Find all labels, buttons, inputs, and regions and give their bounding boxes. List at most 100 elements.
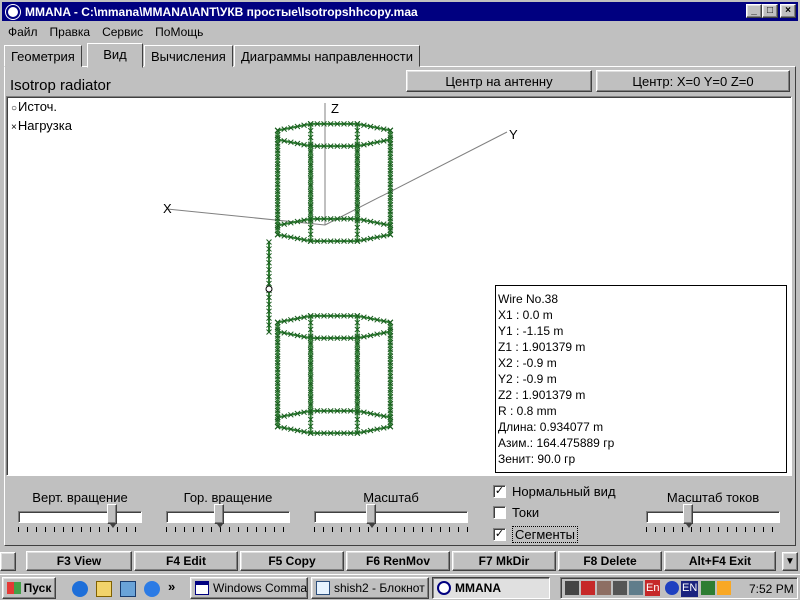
vert-rotation-thumb[interactable] [107,504,117,528]
y-axis-label: Y [509,127,518,142]
normal-view-label: Нормальный вид [512,484,616,499]
segments-label: Сегменты [512,526,579,543]
menu-help[interactable]: ПоМощь [149,25,209,39]
currents-check[interactable] [493,506,506,519]
feed-wire [265,239,273,335]
wire-y1: Y1 : -1.15 m [498,324,564,338]
keyboard-lang-indicator[interactable]: En [645,580,661,596]
tray-app-icon[interactable] [565,581,579,595]
wire-azimuth: Азим.: 164.475889 гр [498,436,615,450]
wire-structure [274,121,394,436]
app-icon[interactable] [6,4,20,19]
tray-network-icon[interactable] [613,581,627,595]
system-tray: En EN 7:52 PM [560,577,798,599]
vert-rotation-label: Верт. вращение [32,490,128,505]
function-key-bar: F3 View F4 Edit F5 Copy F6 RenMov F7 MkD… [0,551,800,573]
mmana-icon [437,581,451,595]
tray-clock-sync-icon[interactable] [665,581,679,595]
wire-x2: X2 : -0.9 m [498,356,557,370]
notepad-icon [316,581,330,595]
wire-info-panel: Wire No.38 X1 : 0.0 m Y1 : -1.15 m Z1 : … [495,285,787,473]
start-label: Пуск [23,581,52,595]
scale-slider[interactable] [314,504,468,532]
wire-zenith: Зенит: 90.0 гр [498,452,576,466]
current-scale-slider[interactable] [646,504,780,532]
outlook-express-icon[interactable] [96,581,112,597]
f5-copy-button[interactable]: F5 Copy [240,551,344,571]
menu-edit[interactable]: Правка [44,25,97,39]
tab-radiation-patterns[interactable]: Диаграммы направленности [234,45,420,67]
quicklaunch-chevron[interactable]: » [168,579,175,594]
start-button[interactable]: Пуск [2,577,56,599]
scroll-left-button[interactable] [0,552,16,571]
center-coordinates-button[interactable]: Центр: X=0 Y=0 Z=0 [596,70,790,92]
wire-radius: R : 0.8 mm [498,404,557,418]
antenna-name: Isotrop radiator [10,77,111,94]
wire-number: Wire No.38 [498,292,559,306]
task-mmana[interactable]: MMANA [432,577,550,599]
normal-view-check[interactable]: ✓ [493,485,506,498]
menu-service[interactable]: Сервис [96,25,149,39]
tray-printer-icon[interactable] [597,581,611,595]
source-point[interactable] [265,285,273,293]
task-label: Windows Comma... [213,581,308,595]
f3-view-button[interactable]: F3 View [26,551,132,571]
close-button[interactable]: × [780,4,796,18]
tab-geometry[interactable]: Геометрия [4,45,82,67]
axes [166,103,508,226]
window-title: MMANA - C:\mmana\MMANA\ANT\УКВ простые\I… [25,4,418,19]
menu-bar: Файл Правка Сервис ПоМощь [2,22,798,41]
task-windows-commander[interactable]: Windows Comma... [190,577,308,599]
vert-rotation-slider[interactable] [18,504,142,532]
x-axis-line [166,208,326,226]
window-icon [195,581,209,595]
center-on-antenna-button[interactable]: Центр на антенну [406,70,592,92]
wire-z2: Z2 : 1.901379 m [498,388,586,402]
task-notepad[interactable]: shish2 - Блокнот [311,577,429,599]
segments-checkbox[interactable]: ✓ Сегменты [493,526,579,543]
upper-cage [274,121,394,244]
f7-mkdir-button[interactable]: F7 MkDir [452,551,556,571]
segments-check[interactable]: ✓ [493,528,506,541]
alt-f4-exit-button[interactable]: Alt+F4 Exit [664,551,776,571]
tab-calculations[interactable]: Вычисления [144,45,233,67]
tray-green-icon[interactable] [701,581,715,595]
language-bar-indicator[interactable]: EN [681,581,699,597]
minimize-button[interactable]: _ [746,4,762,18]
currents-label: Токи [512,505,540,520]
normal-view-checkbox[interactable]: ✓ Нормальный вид [493,484,616,499]
ie-channel-icon[interactable] [144,581,160,597]
maximize-button[interactable]: □ [762,4,778,18]
tray-speaker-icon[interactable] [629,581,643,595]
tab-view[interactable]: Вид [87,43,143,68]
lower-cage [274,313,394,436]
wire-length: Длина: 0.934077 m [498,420,604,434]
internet-explorer-icon[interactable] [72,581,88,597]
hor-rotation-thumb[interactable] [214,504,224,528]
title-bar[interactable]: MMANA - C:\mmana\MMANA\ANT\УКВ простые\I… [2,2,798,21]
clock[interactable]: 7:52 PM [749,582,794,596]
scale-thumb[interactable] [366,504,376,528]
taskbar: Пуск » Windows Comma... shish2 - Блокнот… [0,574,800,600]
f8-delete-button[interactable]: F8 Delete [558,551,662,571]
f6-renmov-button[interactable]: F6 RenMov [346,551,450,571]
current-scale-thumb[interactable] [683,504,693,528]
show-desktop-icon[interactable] [120,581,136,597]
task-label: MMANA [455,581,501,595]
task-label: shish2 - Блокнот [334,581,425,595]
z-axis-label: Z [331,101,339,116]
hor-rotation-slider[interactable] [166,504,290,532]
x-axis-label: X [163,201,172,216]
wire-z1: Z1 : 1.901379 m [498,340,586,354]
windows-logo-icon [6,582,21,594]
currents-checkbox[interactable]: Токи [493,505,539,520]
scroll-down-button[interactable]: ▼ [782,552,798,571]
wire-y2: Y2 : -0.9 m [498,372,557,386]
tray-antivirus-icon[interactable] [581,581,595,595]
current-scale-label: Масштаб токов [666,490,760,505]
scale-label: Масштаб [363,490,419,505]
tray-yellow-icon[interactable] [717,581,731,595]
wire-x1: X1 : 0.0 m [498,308,553,322]
f4-edit-button[interactable]: F4 Edit [134,551,238,571]
menu-file[interactable]: Файл [2,25,44,39]
